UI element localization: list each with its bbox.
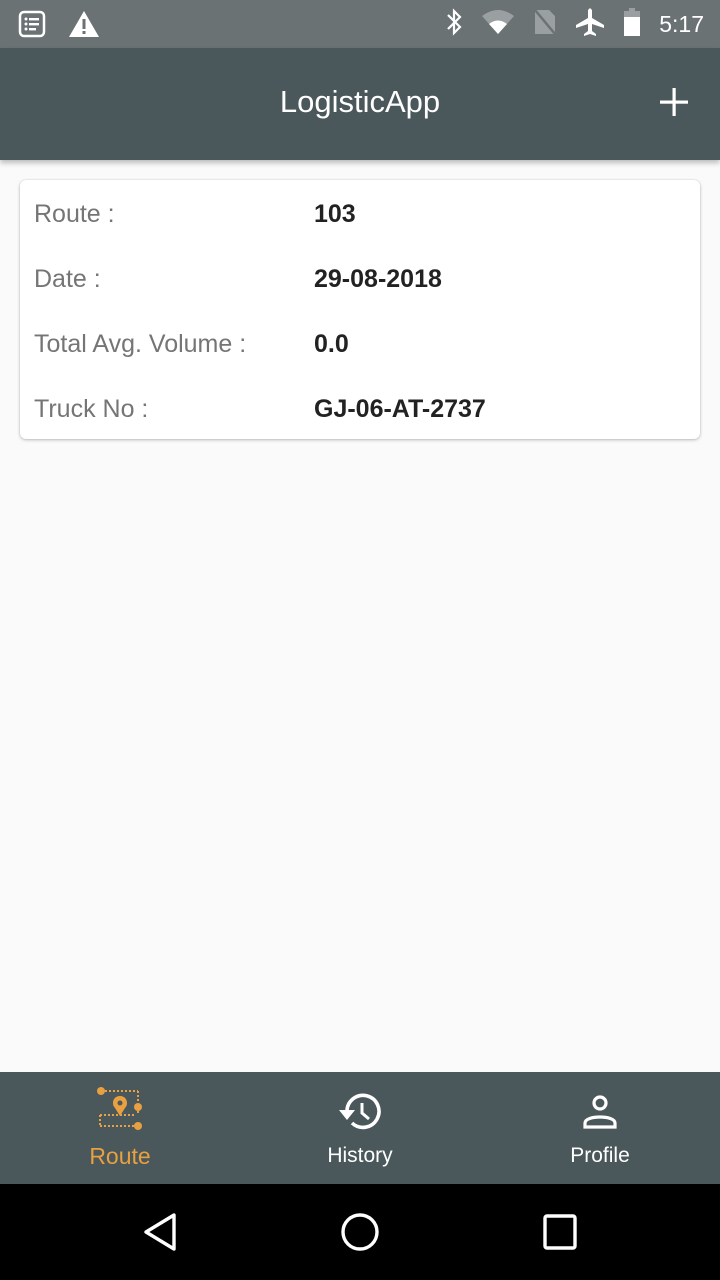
no-sim-icon	[533, 8, 557, 41]
history-icon	[338, 1092, 382, 1137]
bottom-nav: Route History Profile	[0, 1072, 720, 1184]
route-map-icon	[96, 1086, 144, 1137]
nav-label-profile: Profile	[570, 1144, 630, 1167]
notification-list-icon	[18, 10, 46, 43]
truck-value: GJ-06-AT-2737	[314, 394, 486, 423]
date-value: 29-08-2018	[314, 264, 442, 293]
volume-row: Total Avg. Volume : 0.0	[34, 324, 349, 364]
nav-label-route: Route	[89, 1143, 151, 1169]
app-title: LogisticApp	[279, 84, 441, 119]
battery-icon	[623, 7, 641, 42]
add-icon	[658, 88, 690, 122]
recents-button[interactable]	[542, 1212, 578, 1257]
volume-label: Total Avg. Volume :	[34, 329, 247, 358]
system-nav-bar	[0, 1184, 720, 1280]
add-button[interactable]	[658, 86, 690, 118]
recents-icon	[542, 1214, 578, 1256]
route-row: Route : 103	[34, 194, 356, 234]
volume-value: 0.0	[314, 329, 349, 358]
warning-icon	[68, 10, 100, 43]
bluetooth-icon	[445, 7, 463, 42]
nav-item-history[interactable]: History	[240, 1072, 480, 1184]
app-bar: LogisticApp	[0, 48, 720, 160]
nav-label-history: History	[327, 1144, 393, 1167]
route-value: 103	[314, 199, 356, 228]
date-label: Date :	[34, 264, 101, 293]
truck-row: Truck No : GJ-06-AT-2737	[34, 389, 486, 429]
home-icon	[340, 1213, 380, 1256]
back-button[interactable]	[142, 1212, 178, 1257]
wifi-icon	[481, 9, 515, 40]
route-label: Route :	[34, 199, 115, 228]
nav-item-profile[interactable]: Profile	[480, 1072, 720, 1184]
nav-item-route[interactable]: Route	[0, 1072, 240, 1184]
route-card[interactable]: Route : 103 Date : 29-08-2018 Total Avg.…	[20, 180, 700, 439]
truck-label: Truck No :	[34, 394, 149, 423]
profile-icon	[582, 1094, 618, 1135]
date-row: Date : 29-08-2018	[34, 259, 442, 299]
home-button[interactable]	[340, 1212, 380, 1257]
back-icon	[142, 1213, 178, 1256]
airplane-mode-icon	[575, 7, 605, 42]
status-time: 5:17	[659, 10, 704, 37]
status-bar: 5:17	[0, 0, 720, 48]
